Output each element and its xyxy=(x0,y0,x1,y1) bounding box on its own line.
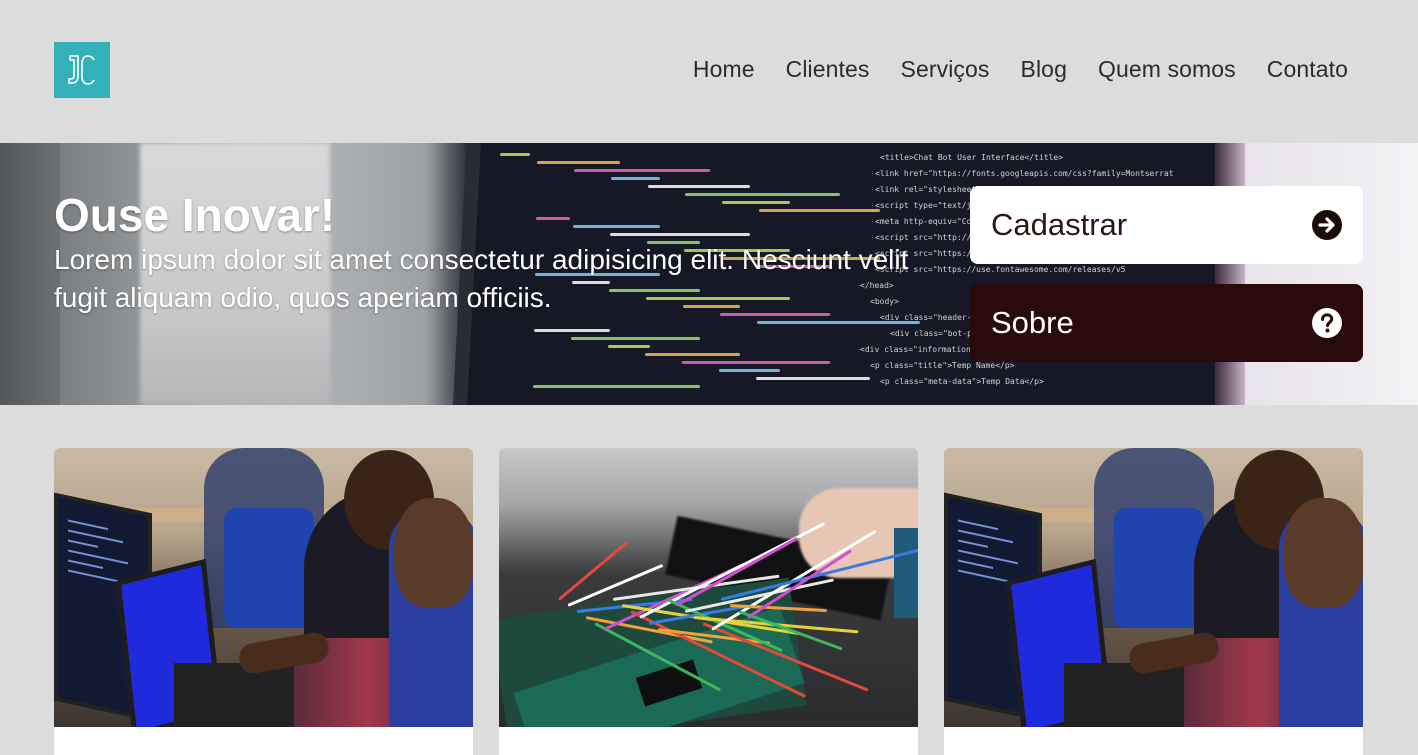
code-decoration xyxy=(533,385,700,388)
code-decoration xyxy=(645,353,740,356)
code-line-text: <link href="https://fonts.googleapis.com… xyxy=(875,169,1175,178)
code-decoration xyxy=(500,153,530,156)
nav-servicos[interactable]: Serviços xyxy=(901,56,990,83)
hero-banner: <title>Chat Bot User Interface</title> <l… xyxy=(0,143,1418,405)
sobre-label: Sobre xyxy=(991,305,1074,340)
code-line-text: <div class="information"> xyxy=(860,345,981,354)
people-at-computers-photo xyxy=(54,448,473,727)
code-decoration xyxy=(611,177,660,180)
code-decoration xyxy=(682,361,830,364)
hero-text: Ouse Inovar! Lorem ipsum dolor sit amet … xyxy=(54,189,934,317)
code-decoration xyxy=(719,369,780,372)
cadastrar-label: Cadastrar xyxy=(991,207,1128,242)
hero-bg-glare xyxy=(1245,143,1418,405)
people-at-computers-photo xyxy=(944,448,1363,727)
nav-blog[interactable]: Blog xyxy=(1021,56,1067,83)
card-2[interactable] xyxy=(499,448,918,755)
code-decoration xyxy=(534,329,610,332)
hero-bg-bezel xyxy=(1215,143,1245,405)
card-3[interactable] xyxy=(944,448,1363,755)
wire-decoration xyxy=(558,540,629,601)
nav-contato[interactable]: Contato xyxy=(1267,56,1348,83)
code-decoration xyxy=(756,377,870,380)
code-line-text: <title>Chat Bot User Interface</title> xyxy=(880,153,1064,162)
question-circle-icon xyxy=(1311,307,1343,339)
logo-jc-icon xyxy=(68,55,95,85)
logo[interactable] xyxy=(54,42,110,98)
nav-quem-somos[interactable]: Quem somos xyxy=(1098,56,1236,83)
nav-home[interactable]: Home xyxy=(693,56,755,83)
main-nav: Home Clientes Serviços Blog Quem somos C… xyxy=(662,56,1348,83)
card-1[interactable] xyxy=(54,448,473,755)
nav-clientes[interactable]: Clientes xyxy=(786,56,870,83)
code-decoration xyxy=(571,337,700,340)
code-line-text: <p class="title">Temp Name</p> xyxy=(870,361,1015,370)
site-header: Home Clientes Serviços Blog Quem somos C… xyxy=(0,0,1418,143)
code-line-text: <p class="meta-data">Temp Data</p> xyxy=(880,377,1044,386)
code-decoration xyxy=(648,185,750,188)
arrow-circle-right-icon xyxy=(1311,209,1343,241)
cadastrar-button[interactable]: Cadastrar xyxy=(970,186,1363,264)
code-decoration xyxy=(608,345,650,348)
hero-subtitle: Lorem ipsum dolor sit amet consectetur a… xyxy=(54,244,909,313)
code-decoration xyxy=(537,161,620,164)
code-decoration xyxy=(574,169,710,172)
electronics-board-photo xyxy=(499,448,918,727)
sobre-button[interactable]: Sobre xyxy=(970,284,1363,362)
hero-title: Ouse Inovar! xyxy=(54,189,336,241)
hero-bg-wall xyxy=(0,143,60,405)
